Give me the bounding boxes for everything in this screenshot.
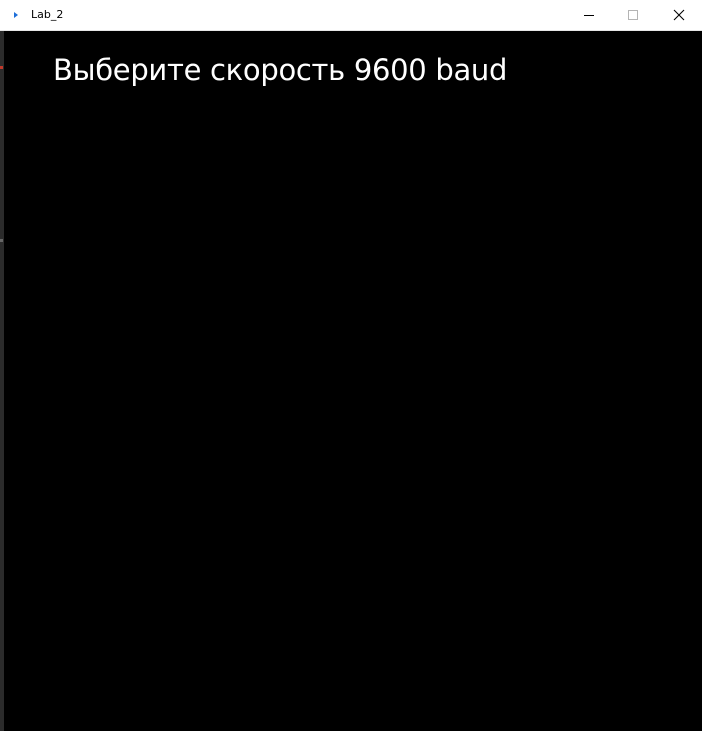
close-icon xyxy=(673,9,685,21)
app-icon xyxy=(14,12,18,18)
close-button[interactable] xyxy=(656,0,702,30)
maximize-icon xyxy=(628,10,638,20)
edge-artifact xyxy=(0,239,3,242)
speed-prompt-heading: Выберите скорость 9600 baud xyxy=(53,53,508,87)
maximize-button[interactable] xyxy=(610,0,656,30)
window-title: Lab_2 xyxy=(31,8,64,21)
edge-artifact xyxy=(0,66,3,69)
canvas-area xyxy=(4,31,702,731)
title-bar[interactable]: Lab_2 xyxy=(0,0,702,31)
minimize-button[interactable] xyxy=(566,0,612,30)
minimize-icon xyxy=(584,15,594,16)
app-window: Lab_2 Выберите скорость 9600 baud xyxy=(0,0,702,731)
